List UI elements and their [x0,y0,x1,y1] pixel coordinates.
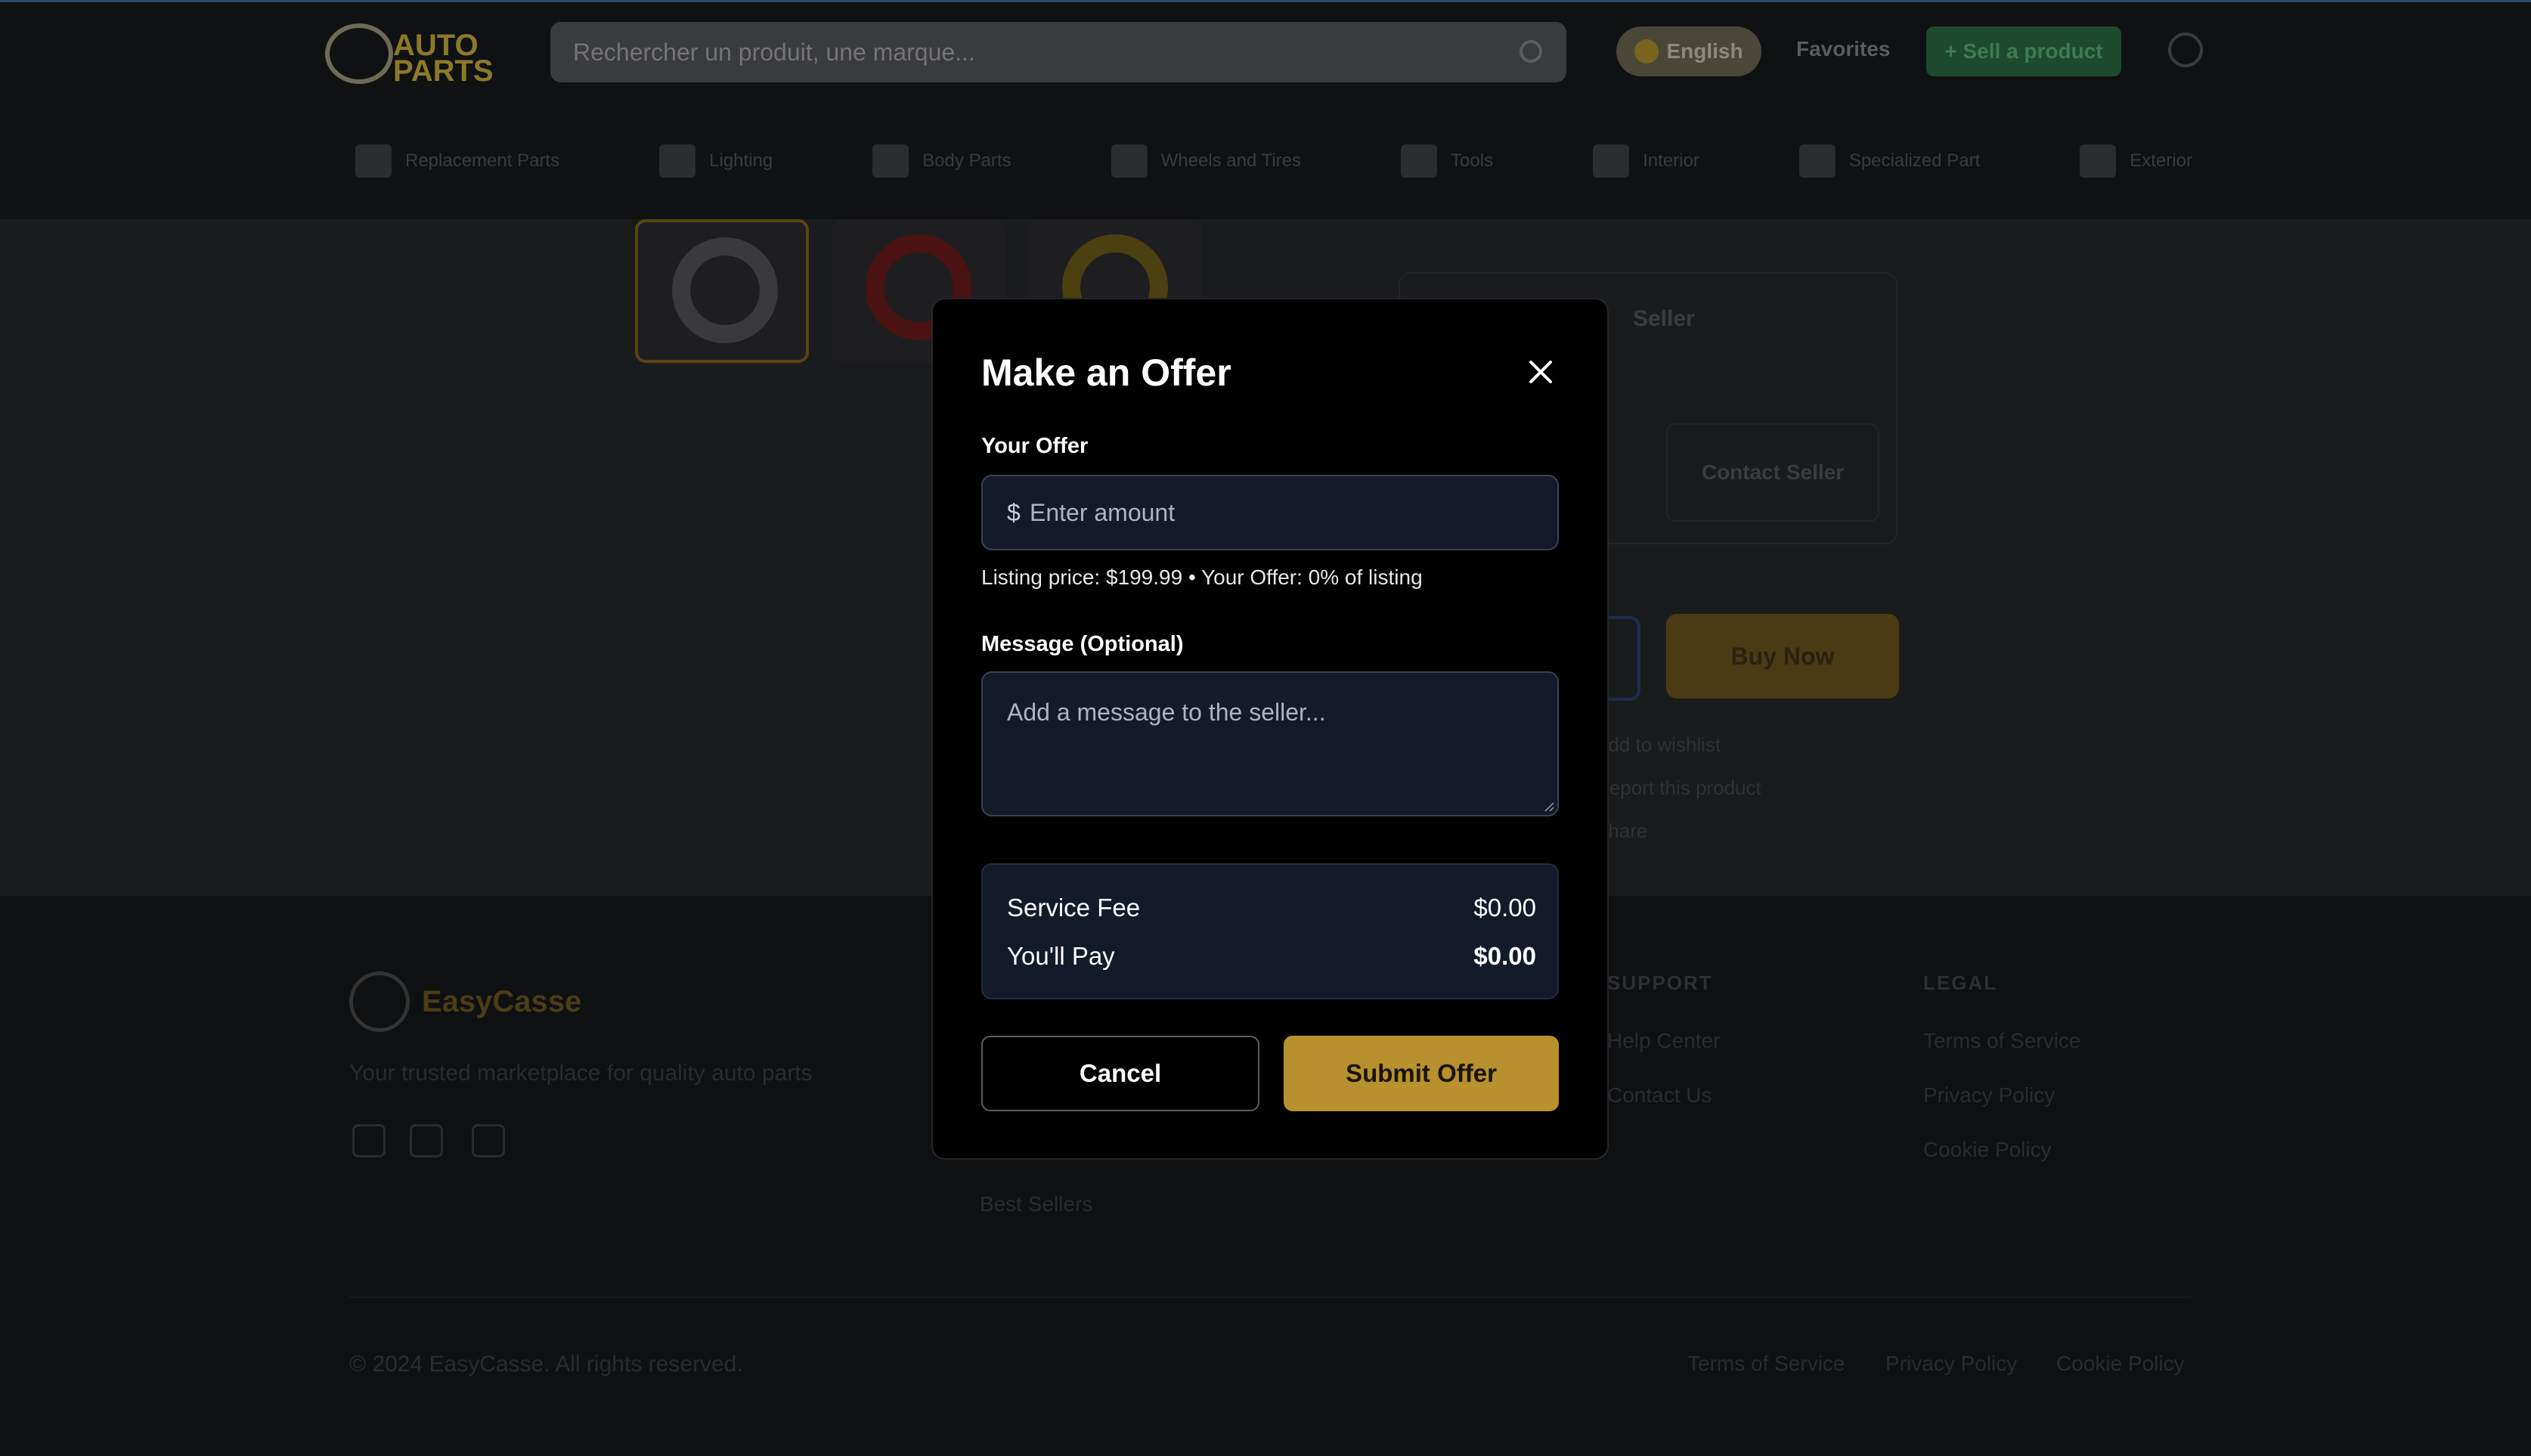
footer-brand: EasyCasse [422,985,582,1018]
globe-icon [1634,39,1659,64]
message-textarea[interactable] [981,671,1559,816]
nav-item-body-parts[interactable]: Body Parts [872,144,1011,178]
currency-symbol: $ [1007,499,1021,526]
modal-title: Make an Offer [981,352,1231,394]
nav-label: Lighting [709,150,773,171]
nav-label: Interior [1643,150,1699,171]
service-fee-row: Service Fee $0.00 [1007,894,1536,922]
nav-label: Body Parts [922,150,1011,171]
specialized-part-icon [1798,144,1836,178]
category-nav: Replacement Parts Lighting Body Parts Wh… [355,138,2192,184]
submit-offer-button[interactable]: Submit Offer [1284,1036,1559,1111]
nav-label: Tools [1451,150,1494,171]
nav-item-interior[interactable]: Interior [1593,144,1699,178]
fee-summary: Service Fee $0.00 You'll Pay $0.00 [981,863,1559,999]
footer-support-title: SUPPORT [1607,971,1713,994]
copyright: © 2024 EasyCasse. All rights reserved. [349,1352,743,1377]
product-thumbnail[interactable] [635,219,809,363]
lighting-icon [659,144,696,178]
footer-bottom-cookie[interactable]: Cookie Policy [2056,1352,2185,1376]
tools-icon [1401,144,1438,178]
favorites-link[interactable]: Favorites [1796,37,1891,61]
make-offer-modal: Make an Offer Your Offer $ Listing price… [931,298,1609,1160]
user-icon[interactable] [2168,33,2203,67]
language-label: English [1666,39,1743,63]
total-row: You'll Pay $0.00 [1007,942,1536,971]
close-icon[interactable] [1523,354,1559,390]
logo-text: AUTO PARTS [393,29,494,88]
footer-link-best-sellers[interactable]: Best Sellers [980,1192,1092,1216]
car-icon [2080,144,2117,178]
replacement-parts-icon [355,144,392,178]
language-button[interactable]: English [1616,26,1761,76]
service-fee-label: Service Fee [1007,894,1141,922]
seller-label: Seller [1633,306,1695,331]
report-link[interactable]: Report this product [1595,776,1761,800]
footer-logo-icon [349,971,410,1032]
twitter-icon[interactable] [410,1124,443,1157]
footer-tagline: Your trusted marketplace for quality aut… [349,1061,813,1086]
wishlist-link[interactable]: Add to wishlist [1595,733,1721,757]
body-parts-icon [872,144,909,178]
buy-now-button[interactable]: Buy Now [1666,614,1899,699]
total-label: You'll Pay [1007,942,1115,970]
nav-label: Wheels and Tires [1160,150,1302,171]
footer-legal-title: LEGAL [1923,971,1998,994]
footer-bottom-privacy[interactable]: Privacy Policy [1885,1352,2017,1376]
brake-disc-image [672,237,778,343]
nav-item-tools[interactable]: Tools [1401,144,1493,178]
wheel-icon [1111,144,1148,178]
message-label: Message (Optional) [981,632,1184,656]
nav-item-specialized[interactable]: Specialized Part [1798,144,1981,178]
footer-divider [349,1296,2191,1298]
nav-label: Exterior [2130,150,2192,171]
listing-price-hint: Listing price: $199.99 • Your Offer: 0% … [981,565,1423,589]
footer-link-terms[interactable]: Terms of Service [1923,1029,2081,1053]
footer-link-contact[interactable]: Contact Us [1607,1083,1712,1107]
nav-label: Specialized Part [1848,150,1981,171]
offer-amount-field: $ [981,475,1559,550]
contact-seller-button[interactable]: Contact Seller [1666,423,1879,522]
offer-amount-input[interactable] [1030,479,1544,546]
total-value: $0.00 [1473,942,1536,970]
resize-handle-icon[interactable] [1542,800,1554,812]
site-logo[interactable]: AUTO PARTS [325,16,507,91]
facebook-icon[interactable] [352,1124,386,1157]
nav-item-lighting[interactable]: Lighting [659,144,773,178]
cancel-button[interactable]: Cancel [981,1036,1259,1111]
logo-mark-icon [325,23,393,84]
footer-link-privacy[interactable]: Privacy Policy [1923,1083,2055,1107]
seat-icon [1593,144,1630,178]
site-header: AUTO PARTS English Favorites + Sell a pr… [0,0,2531,219]
footer-link-help[interactable]: Help Center [1607,1029,1720,1053]
footer-link-cookie[interactable]: Cookie Policy [1923,1138,2052,1162]
service-fee-value: $0.00 [1473,894,1536,922]
footer-bottom-terms[interactable]: Terms of Service [1687,1352,1845,1376]
offer-label: Your Offer [981,434,1089,458]
nav-label: Replacement Parts [405,150,560,171]
instagram-icon[interactable] [472,1124,505,1157]
search-input[interactable] [550,22,1566,82]
nav-item-wheels-tires[interactable]: Wheels and Tires [1111,144,1301,178]
sell-product-button[interactable]: + Sell a product [1926,26,2121,76]
nav-item-replacement-parts[interactable]: Replacement Parts [355,144,559,178]
search-icon[interactable] [1520,40,1542,63]
nav-item-exterior[interactable]: Exterior [2080,144,2192,178]
